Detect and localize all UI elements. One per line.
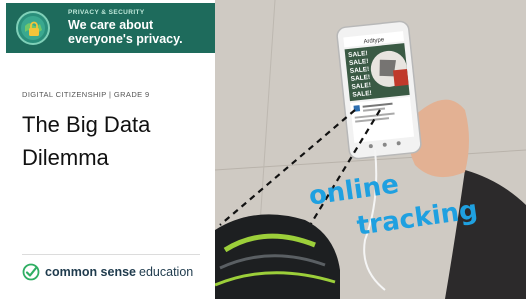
banner-kicker: PRIVACY & SECURITY <box>68 9 145 16</box>
common-sense-logo: common sense education <box>22 263 193 281</box>
banner-title: We care about everyone's privacy. <box>68 18 183 46</box>
brand-name: common sense <box>45 265 137 279</box>
photo-illustration: Ardtype SALE!SALE!SALE!SALE!SALE!SALE! <box>215 0 526 299</box>
lesson-title: The Big Data Dilemma <box>22 112 151 170</box>
brand-product: education <box>139 265 194 279</box>
phone: Ardtype SALE!SALE!SALE!SALE!SALE!SALE! <box>336 20 422 160</box>
privacy-banner: PRIVACY & SECURITY We care about everyon… <box>6 3 215 53</box>
lesson-card: PRIVACY & SECURITY We care about everyon… <box>0 0 215 299</box>
hero-photo: Ardtype SALE! SALE! SALE! SALE! SALE! SALE! <box>215 0 526 299</box>
divider <box>22 254 200 255</box>
globe-lock-icon <box>16 11 50 45</box>
lesson-eyebrow: DIGITAL CITIZENSHIP | GRADE 9 <box>22 90 150 99</box>
checkmark-circle-icon <box>22 263 40 281</box>
